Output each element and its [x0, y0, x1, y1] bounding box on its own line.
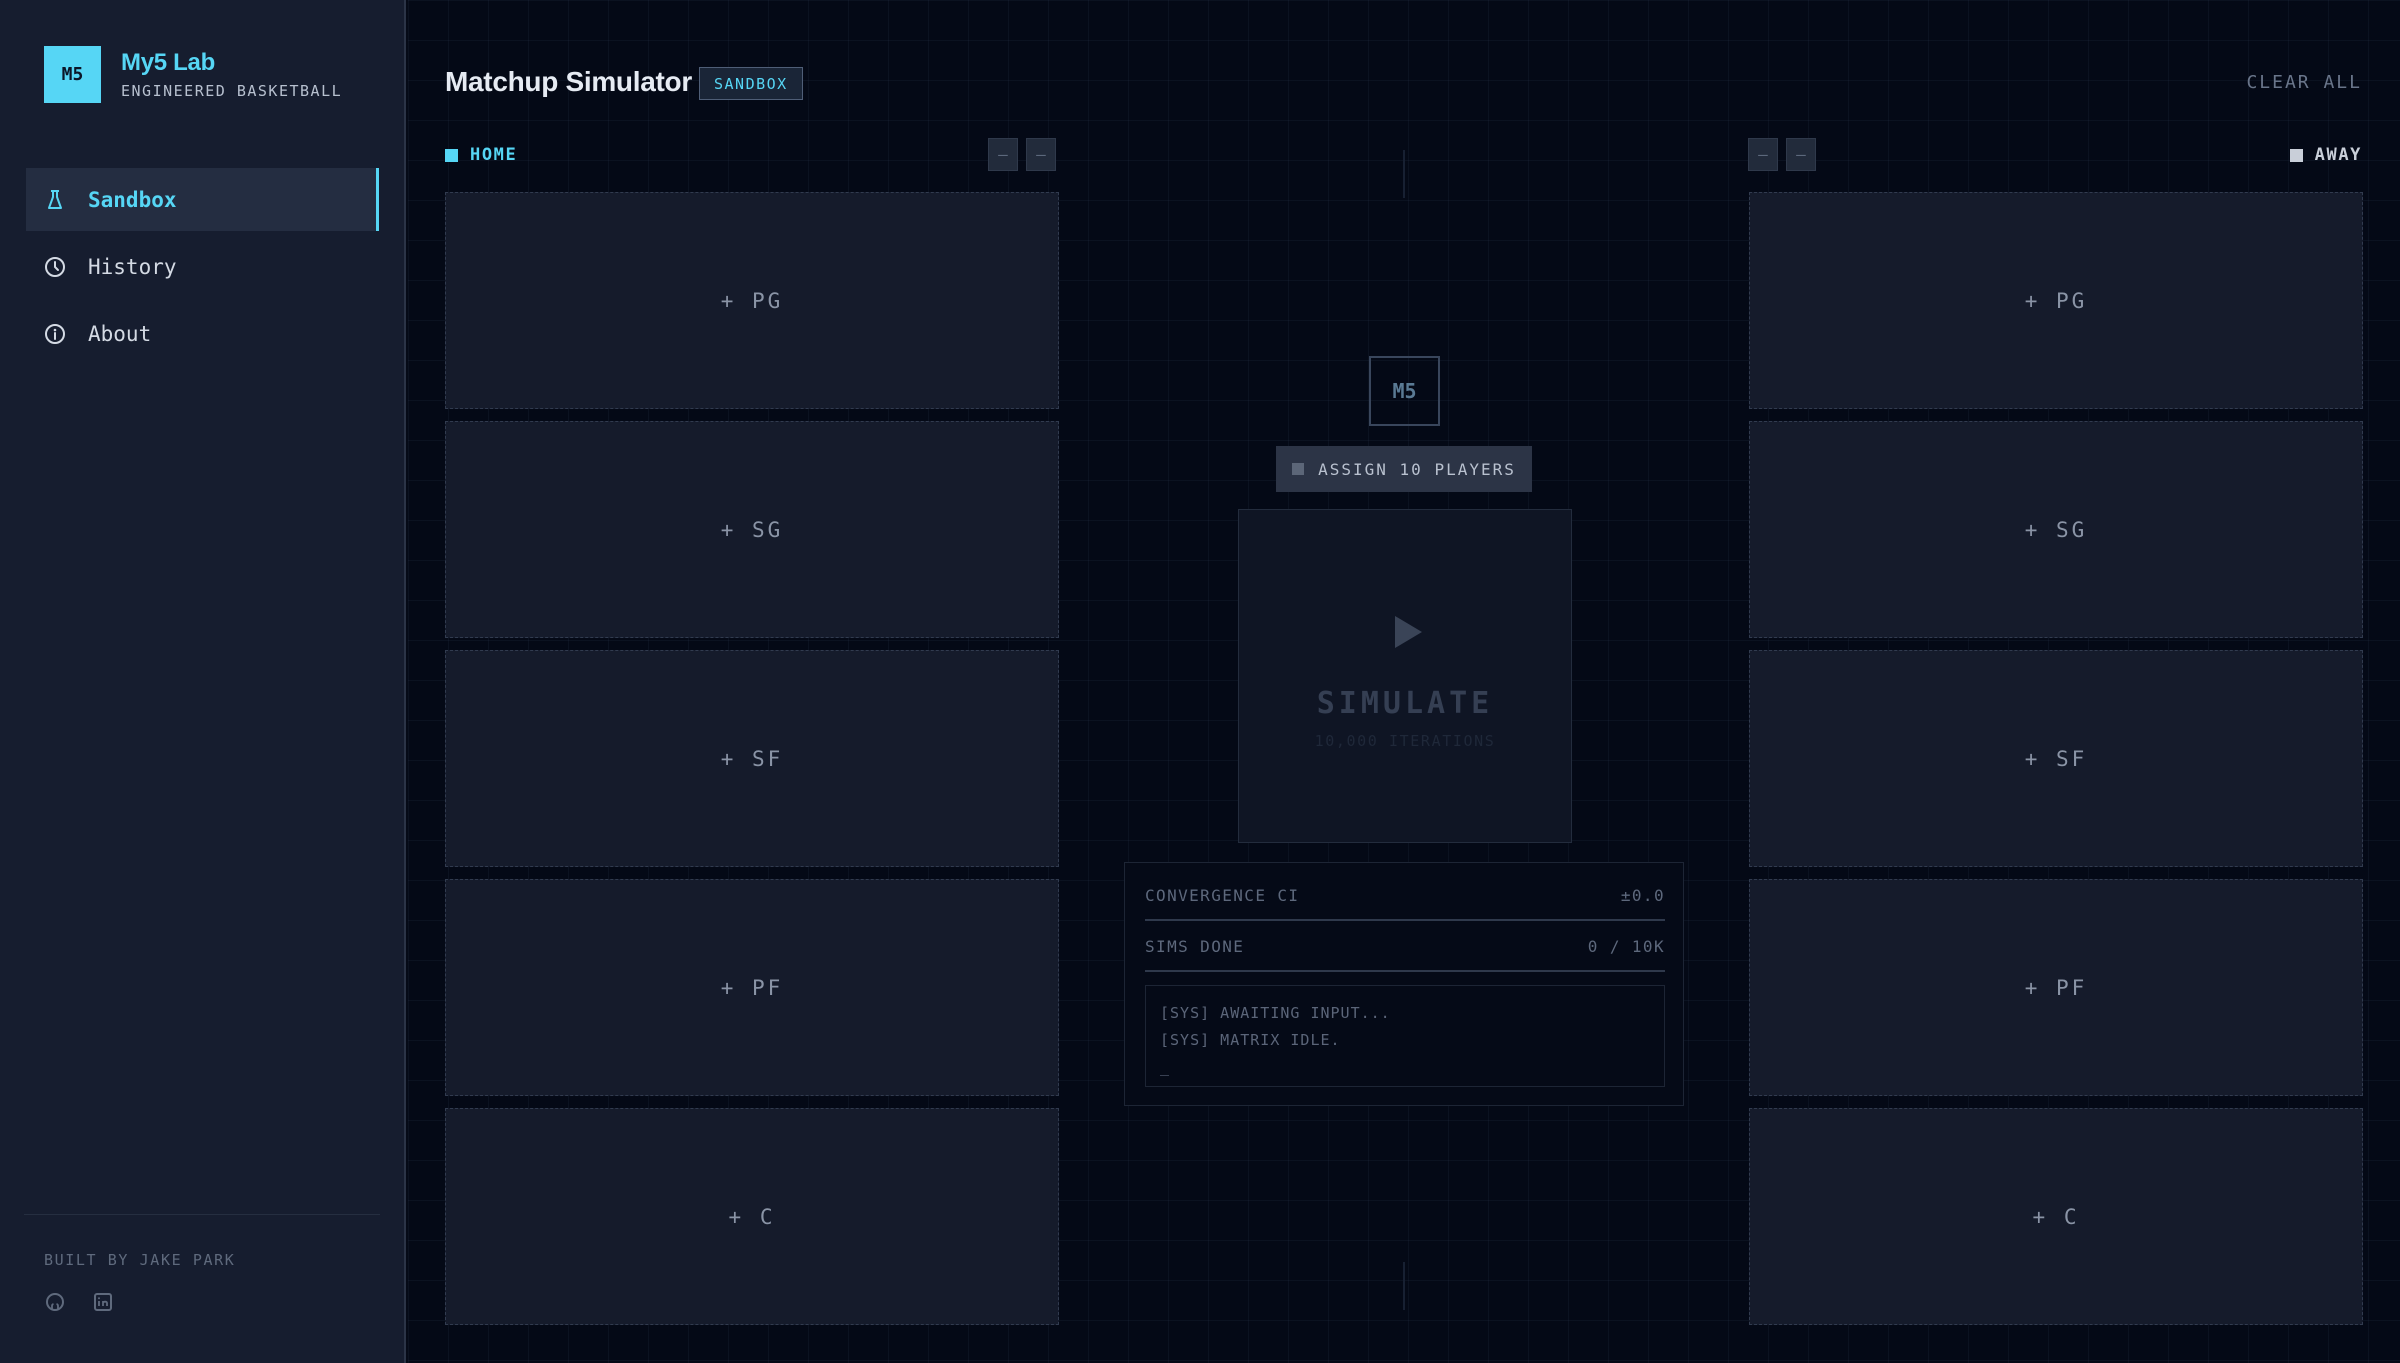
page-title: Matchup Simulator	[445, 66, 692, 97]
home-slot-sf[interactable]: + SF	[445, 650, 1059, 867]
brand-subtitle: ENGINEERED BASKETBALL	[121, 82, 343, 100]
away-team-header: AWAY	[2289, 138, 2362, 172]
brand-title: My5 Lab	[121, 49, 215, 76]
home-control-button[interactable]: –	[1026, 138, 1056, 171]
away-slot-sf[interactable]: + SF	[1749, 650, 2363, 867]
main-area: Matchup Simulator SANDBOX CLEAR ALL HOME…	[408, 0, 2400, 1363]
center-logo: M5	[1369, 356, 1440, 426]
info-icon	[44, 323, 66, 345]
status-square-icon	[1292, 463, 1305, 475]
brand[interactable]: M5 My5 Lab ENGINEERED BASKETBALL	[44, 46, 342, 103]
away-controls: – –	[1748, 138, 1816, 171]
home-slot-c[interactable]: + C	[445, 1108, 1059, 1325]
away-slot-c[interactable]: + C	[1749, 1108, 2363, 1325]
assign-players-button[interactable]: ASSIGN 10 PLAYERS	[1276, 446, 1532, 492]
sidebar-nav: Sandbox History About	[26, 168, 379, 369]
simulate-label: SIMULATE	[1316, 686, 1494, 721]
stats-panel: CONVERGENCE CI ±0.0 SIMS DONE 0 / 10K [S…	[1124, 862, 1684, 1106]
home-slot-pg[interactable]: + PG	[445, 192, 1059, 409]
away-color-indicator	[2289, 148, 2303, 162]
flask-icon	[44, 189, 66, 211]
log-line: [SYS] AWAITING INPUT...	[1160, 1004, 1391, 1022]
center-divider-top	[1403, 150, 1405, 198]
home-team-label: HOME	[470, 145, 518, 165]
home-team-header: HOME	[445, 138, 517, 172]
simulate-button[interactable]: SIMULATE 10,000 ITERATIONS	[1238, 509, 1572, 843]
built-by-text: BUILT BY JAKE PARK	[44, 1251, 236, 1269]
sidebar-item-label: About	[88, 321, 152, 346]
home-slot-pf[interactable]: + PF	[445, 879, 1059, 1096]
away-control-button[interactable]: –	[1786, 138, 1816, 171]
sims-done-value: 0 / 10K	[1587, 936, 1665, 956]
home-slot-sg[interactable]: + SG	[445, 421, 1059, 638]
log-cursor: _	[1160, 1058, 1171, 1076]
convergence-value: ±0.0	[1620, 885, 1665, 905]
iterations-label: 10,000 ITERATIONS	[1314, 732, 1496, 750]
sidebar-item-history[interactable]: History	[26, 235, 379, 298]
home-color-indicator	[445, 148, 458, 162]
linkedin-icon[interactable]	[92, 1291, 114, 1313]
play-icon	[1393, 615, 1423, 653]
log-line: [SYS] MATRIX IDLE.	[1160, 1031, 1341, 1049]
sidebar-item-about[interactable]: About	[26, 302, 379, 365]
clear-all-button[interactable]: CLEAR ALL	[2246, 72, 2362, 93]
convergence-row: CONVERGENCE CI ±0.0	[1145, 871, 1665, 921]
away-slot-pf[interactable]: + PF	[1749, 879, 2363, 1096]
sidebar-item-label: Sandbox	[88, 187, 177, 212]
mode-badge: SANDBOX	[699, 67, 803, 100]
brand-logo: M5	[44, 46, 101, 103]
sidebar-item-sandbox[interactable]: Sandbox	[26, 168, 379, 231]
assign-players-label: ASSIGN 10 PLAYERS	[1318, 459, 1516, 479]
center-divider-bottom	[1403, 1262, 1405, 1310]
away-team-label: AWAY	[2314, 145, 2362, 165]
away-control-button[interactable]: –	[1748, 138, 1778, 171]
away-slot-pg[interactable]: + PG	[1749, 192, 2363, 409]
sims-done-row: SIMS DONE 0 / 10K	[1145, 922, 1665, 972]
system-log: [SYS] AWAITING INPUT... [SYS] MATRIX IDL…	[1145, 985, 1665, 1087]
github-icon[interactable]	[44, 1291, 66, 1313]
sidebar-item-label: History	[88, 254, 177, 279]
clock-icon	[44, 256, 66, 278]
sims-done-label: SIMS DONE	[1145, 936, 1245, 956]
home-control-button[interactable]: –	[988, 138, 1018, 171]
away-slot-sg[interactable]: + SG	[1749, 421, 2363, 638]
home-controls: – –	[988, 138, 1056, 171]
convergence-label: CONVERGENCE CI	[1145, 885, 1300, 905]
sidebar-footer: BUILT BY JAKE PARK	[24, 1214, 380, 1311]
sidebar: M5 My5 Lab ENGINEERED BASKETBALL Sandbox…	[0, 0, 406, 1363]
